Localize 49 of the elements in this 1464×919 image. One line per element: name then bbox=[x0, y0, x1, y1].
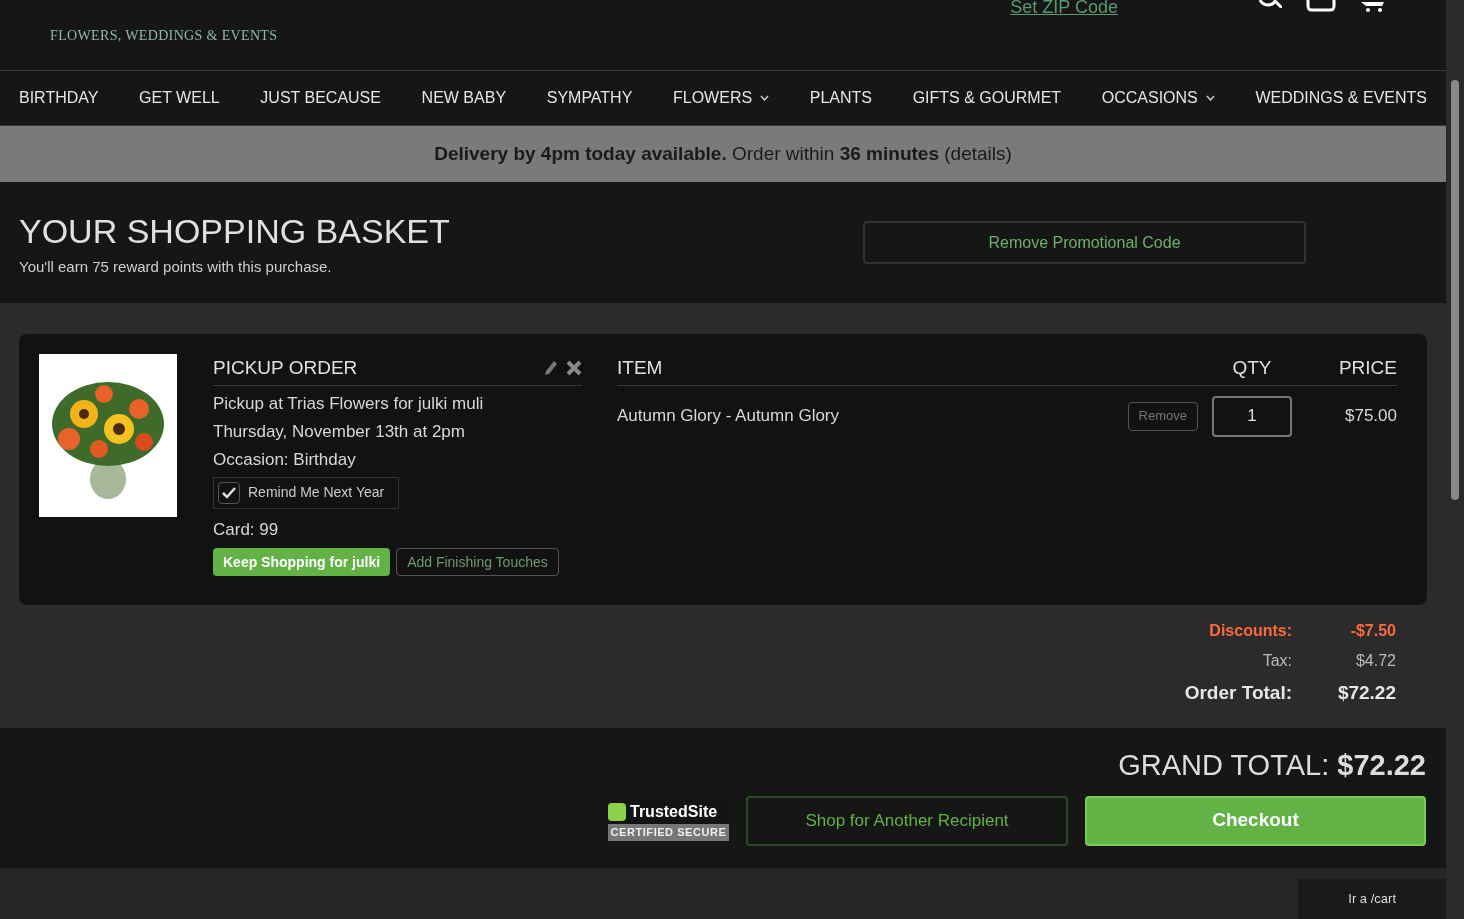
order-detail-text: Thursday, November 13th at 2pm bbox=[213, 421, 466, 442]
nav-link[interactable]: GET WELL bbox=[139, 86, 220, 110]
close-icon[interactable] bbox=[566, 360, 582, 377]
quantity-field[interactable]: 1 bbox=[1212, 395, 1292, 437]
item-name: Autumn Glory - Autumn Glory bbox=[617, 405, 841, 428]
nav-link[interactable]: PLANTS bbox=[809, 86, 872, 110]
nav-link[interactable]: WEDDINGS & EVENTS bbox=[1255, 86, 1427, 110]
total-label: Order Total: bbox=[1184, 681, 1292, 705]
column-header: QTY bbox=[1231, 356, 1273, 380]
finishing-touches-button[interactable]: Add Finishing Touches bbox=[396, 548, 559, 576]
order-detail-text: Occasion: Birthday bbox=[213, 449, 357, 470]
total-label: Tax: bbox=[1262, 651, 1292, 671]
total-value: $4.72 bbox=[1354, 651, 1396, 671]
section-heading: PICKUP ORDER bbox=[213, 356, 358, 380]
cart-icon[interactable] bbox=[1360, 0, 1386, 12]
page-title: YOUR SHOPPING BASKET bbox=[19, 214, 450, 249]
total-label: Discounts: bbox=[1209, 621, 1292, 641]
delivery-message-text: Delivery by 4pm today available. Order within 36 minutes (details) bbox=[434, 141, 1012, 166]
search-icon[interactable] bbox=[1258, 0, 1282, 8]
nav-link[interactable]: GIFTS & GOURMET bbox=[912, 86, 1062, 110]
reward-points-text: You'll earn 75 reward points with this purchase. bbox=[19, 257, 333, 278]
item-price: $75.00 bbox=[1344, 405, 1397, 428]
zip-code-link[interactable]: Set ZIP Code bbox=[1010, 0, 1118, 16]
total-value: $72.22 bbox=[1336, 681, 1396, 705]
remove-button[interactable]: Remove bbox=[1127, 401, 1198, 431]
check-icon bbox=[222, 486, 236, 499]
status-url: Ir a /cart bbox=[1298, 879, 1446, 919]
checkbox-box[interactable] bbox=[218, 481, 240, 504]
nav-link[interactable]: SYMPATHY bbox=[546, 86, 633, 110]
column-header: PRICE bbox=[1337, 356, 1397, 380]
logo-tagline: FLOWERS, WEDDINGS & EVENTS bbox=[50, 27, 278, 45]
details-link[interactable]: details bbox=[950, 142, 1006, 164]
chevron-icon bbox=[760, 95, 770, 101]
another-recipient-button[interactable]: Shop for Another Recipient bbox=[746, 795, 1068, 846]
account-icon[interactable] bbox=[1306, 0, 1336, 12]
card-text: Card: 99 bbox=[213, 518, 280, 541]
nav-link[interactable]: BIRTHDAY bbox=[19, 86, 99, 110]
column-header: ITEM bbox=[617, 356, 664, 380]
nav-link[interactable]: OCCASIONS bbox=[1101, 86, 1215, 110]
chevron-icon bbox=[1205, 95, 1215, 101]
nav-link[interactable]: JUST BECAUSE bbox=[260, 86, 381, 110]
pencil-icon[interactable] bbox=[544, 360, 558, 377]
remind-checkbox[interactable]: Remind Me Next Year bbox=[213, 476, 399, 509]
order-detail-text: Pickup at Trias Flowers for julki muli bbox=[213, 393, 485, 414]
nav-link[interactable]: FLOWERS bbox=[673, 86, 770, 110]
remove-promo-button[interactable]: Remove Promotional Code bbox=[863, 221, 1306, 264]
total-value: -$7.50 bbox=[1349, 621, 1396, 641]
nav-link[interactable]: NEW BABY bbox=[421, 86, 507, 110]
grand-total: GRAND TOTAL: $72.22 bbox=[1118, 748, 1426, 783]
